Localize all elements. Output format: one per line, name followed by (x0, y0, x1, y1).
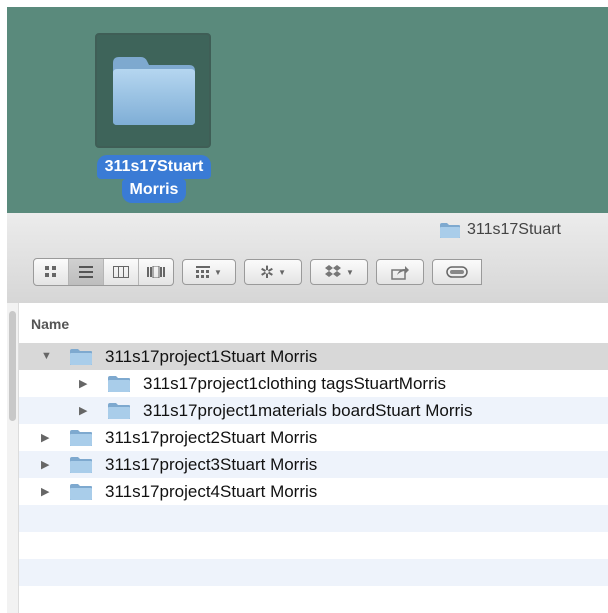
dropbox-button[interactable]: ▼ (310, 259, 368, 285)
icon-view-button[interactable] (34, 259, 69, 285)
desktop: 311s17Stuart Morris (7, 7, 608, 213)
disclosure-triangle-icon[interactable]: ▶ (79, 404, 87, 417)
folder-icon (69, 348, 93, 371)
disclosure-triangle-icon[interactable]: ▶ (41, 458, 49, 471)
list-item[interactable]: ▼ 311s17project1Stuart Morris (19, 343, 608, 370)
share-button[interactable] (376, 259, 424, 285)
desktop-folder-label[interactable]: 311s17Stuart Morris (79, 155, 229, 203)
list-item-label: 311s17project2Stuart Morris (105, 428, 318, 447)
empty-row (19, 505, 608, 532)
dropbox-icon (325, 264, 342, 277)
disclosure-triangle-icon[interactable]: ▶ (41, 485, 49, 498)
list-item[interactable]: ▶ 311s17project1materials boardStuart Mo… (19, 397, 608, 424)
finder-titlebar: 311s17Stuart ▼ ✲ ▼ ▼ (7, 213, 608, 304)
cover-flow-icon (147, 266, 165, 278)
list-view-button[interactable] (69, 259, 104, 285)
cover-flow-view-button[interactable] (139, 259, 173, 285)
list-item[interactable]: ▶ 311s17project2Stuart Morris (19, 424, 608, 451)
scrollbar-thumb[interactable] (9, 311, 16, 421)
list-item[interactable]: ▶ 311s17project3Stuart Morris (19, 451, 608, 478)
list-item-label: 311s17project1clothing tagsStuartMorris (143, 374, 447, 393)
folder-icon (69, 483, 93, 506)
disclosure-triangle-icon[interactable]: ▶ (41, 431, 49, 444)
title-folder-icon (440, 222, 460, 238)
tag-icon (446, 266, 468, 278)
empty-row (19, 559, 608, 586)
window-title-text: 311s17Stuart (467, 221, 561, 238)
file-rows: ▼ 311s17project1Stuart Morris ▶ 311s17pr… (19, 343, 608, 586)
list-item-label: 311s17project4Stuart Morris (105, 482, 318, 501)
folder-icon (107, 402, 131, 425)
list-item[interactable]: ▶ 311s17project4Stuart Morris (19, 478, 608, 505)
share-icon (391, 265, 409, 280)
tags-button[interactable] (432, 259, 482, 285)
chevron-down-icon: ▼ (278, 267, 287, 277)
list-icon (79, 266, 93, 278)
folder-icon (107, 375, 131, 398)
arrange-icon (196, 266, 211, 278)
grid-icon (45, 266, 56, 277)
window-title: 311s17Stuart (439, 221, 561, 239)
vertical-scrollbar[interactable] (7, 303, 19, 613)
disclosure-triangle-expanded-icon[interactable]: ▼ (41, 350, 52, 362)
disclosure-triangle-icon[interactable]: ▶ (79, 377, 87, 390)
file-list: Name ▼ 311s17project1Stuart Morris ▶ 311… (7, 303, 608, 613)
empty-row (19, 532, 608, 559)
columns-icon (113, 266, 129, 278)
column-view-button[interactable] (104, 259, 139, 285)
list-item-label: 311s17project1materials boardStuart Morr… (143, 401, 473, 420)
chevron-down-icon: ▼ (346, 267, 354, 277)
gear-icon: ✲ (259, 262, 275, 282)
desktop-folder-selection[interactable] (95, 33, 211, 148)
view-mode-control (33, 258, 174, 286)
name-column-header[interactable]: Name (19, 303, 608, 344)
arrange-button[interactable]: ▼ (182, 259, 236, 285)
desktop-folder-label-line2: Morris (121, 179, 187, 203)
action-button[interactable]: ✲ ▼ (244, 259, 302, 285)
folder-icon (69, 429, 93, 452)
list-item-label: 311s17project1Stuart Morris (105, 347, 318, 366)
name-column-label: Name (31, 316, 70, 332)
folder-icon[interactable] (109, 53, 199, 129)
chevron-down-icon: ▼ (214, 267, 222, 277)
list-item[interactable]: ▶ 311s17project1clothing tagsStuartMorri… (19, 370, 608, 397)
list-item-label: 311s17project3Stuart Morris (105, 455, 318, 474)
folder-icon (69, 456, 93, 479)
desktop-folder-label-line1: 311s17Stuart (96, 155, 212, 179)
toolbar: ▼ ✲ ▼ ▼ (33, 258, 482, 286)
